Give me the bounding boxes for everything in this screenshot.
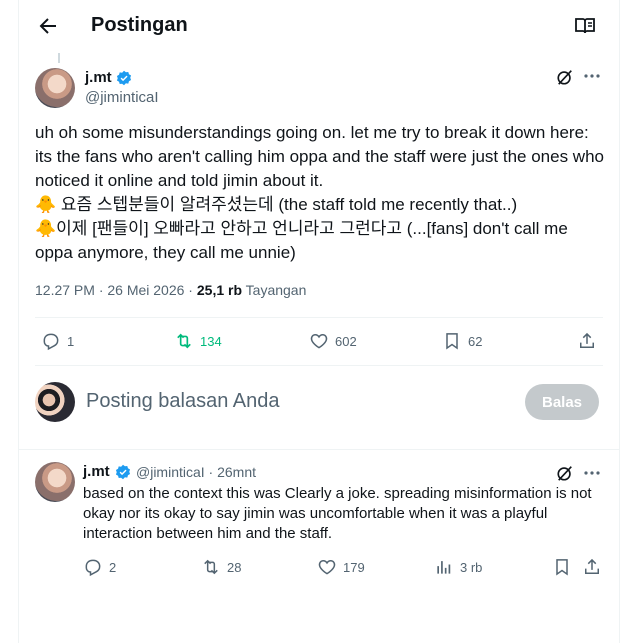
like-button[interactable]: 602 — [309, 331, 357, 351]
repost-icon — [204, 559, 218, 575]
post-column: Postingan j.mt @jiminticaI uh oh some mi… — [18, 0, 620, 643]
bookmark-icon — [556, 559, 568, 576]
repost-count: 134 — [200, 333, 222, 349]
views-chart-icon — [437, 561, 451, 574]
divider — [19, 449, 619, 450]
reply-text: based on the context this was Clearly a … — [83, 485, 596, 542]
heart-icon — [310, 333, 328, 349]
grok-icon[interactable] — [556, 68, 574, 86]
bookmark-count: 62 — [468, 333, 483, 349]
more-options-icon[interactable] — [584, 71, 600, 81]
grok-icon[interactable] — [556, 464, 574, 482]
back-arrow-icon[interactable] — [36, 14, 60, 38]
reply-author-handle[interactable]: @jiminticaI · 26mnt — [136, 464, 256, 480]
post-timestamp[interactable]: 12.27 PM · 26 Mei 2026 · — [35, 282, 197, 298]
reply-bookmark-button[interactable] — [552, 557, 572, 577]
heart-icon — [318, 559, 336, 575]
post-meta: 12.27 PM · 26 Mei 2026 · 25,1 rb Tayanga… — [35, 282, 306, 298]
author-handle[interactable]: @jiminticaI — [85, 89, 159, 106]
reply-icon — [43, 333, 59, 351]
repost-button[interactable]: 134 — [174, 331, 222, 351]
bookmark-button[interactable]: 62 — [442, 331, 482, 351]
reply-repost-button[interactable]: 28 — [201, 557, 241, 577]
reply-author-name[interactable]: j.mt — [83, 463, 110, 480]
reply-author-avatar[interactable] — [35, 462, 75, 502]
own-avatar[interactable] — [35, 382, 75, 422]
page-header: Postingan — [19, 0, 619, 53]
share-icon — [580, 332, 594, 348]
reply-submit-button[interactable]: Balas — [525, 384, 599, 420]
repost-count: 28 — [227, 559, 242, 575]
verified-badge-icon — [115, 464, 131, 480]
like-count: 602 — [335, 333, 357, 349]
reply-share-button[interactable] — [582, 557, 602, 577]
author-name[interactable]: j.mt — [85, 69, 112, 86]
reply-views-button[interactable]: 3 rb — [434, 557, 482, 577]
share-icon — [585, 558, 599, 574]
author-avatar[interactable] — [35, 68, 75, 108]
repost-icon — [177, 333, 191, 349]
post-text: uh oh some misunderstandings going on. l… — [35, 123, 604, 262]
more-options-icon[interactable] — [584, 469, 600, 477]
like-count: 179 — [343, 559, 365, 575]
share-button[interactable] — [577, 331, 597, 351]
views-count: 3 rb — [460, 559, 483, 575]
thread-line — [58, 53, 60, 63]
views-label: Tayangan — [242, 282, 307, 298]
reply-count: 1 — [67, 333, 75, 349]
reply-count: 2 — [109, 559, 117, 575]
reply-button[interactable]: 1 — [41, 331, 74, 351]
divider — [35, 317, 603, 318]
verified-badge-icon — [116, 70, 132, 86]
reader-mode-icon[interactable] — [574, 16, 596, 36]
divider — [35, 365, 603, 366]
views-count: 25,1 rb — [196, 282, 243, 298]
reply-like-button[interactable]: 179 — [317, 557, 365, 577]
reply-icon — [85, 559, 101, 577]
page-title: Postingan — [91, 14, 188, 36]
reply-input[interactable]: Posting balasan Anda — [86, 390, 280, 413]
bookmark-icon — [446, 333, 458, 350]
reply-reply-button[interactable]: 2 — [83, 557, 116, 577]
